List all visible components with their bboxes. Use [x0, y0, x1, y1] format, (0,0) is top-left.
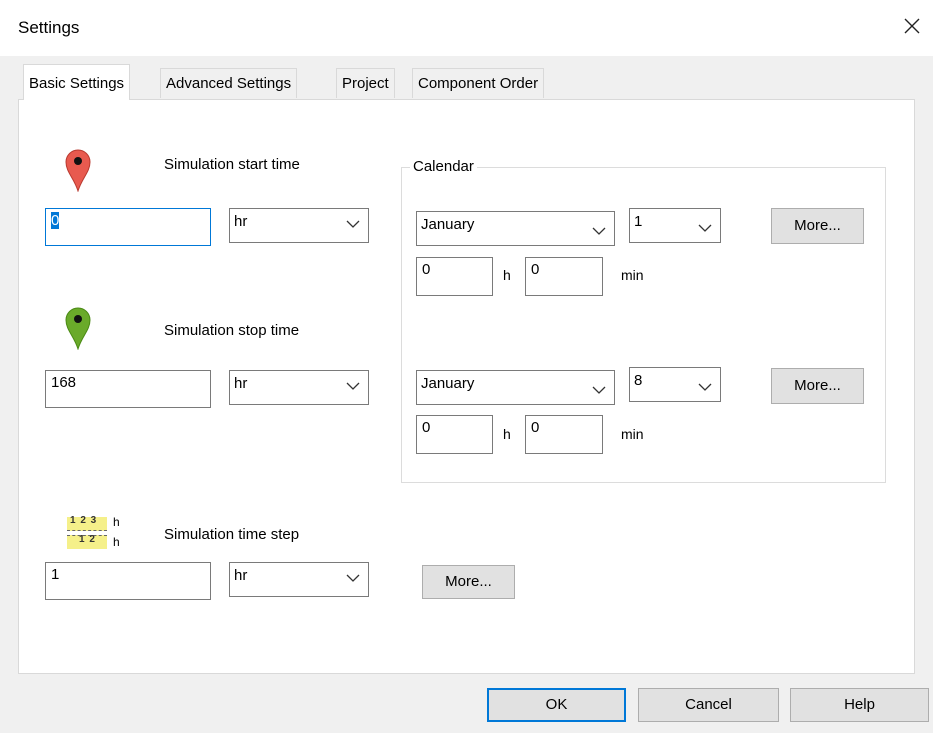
start-day-value: 1 — [634, 213, 643, 230]
stop-time-label: Simulation stop time — [164, 322, 300, 339]
stop-month-select[interactable]: January — [416, 370, 615, 405]
chevron-down-icon — [346, 382, 360, 390]
stop-unit-value: hr — [234, 375, 248, 392]
start-time-input[interactable]: 0 — [45, 208, 211, 246]
stop-calendar-more-button[interactable]: More... — [771, 368, 864, 404]
chevron-down-icon — [698, 224, 712, 232]
window-title: Settings — [18, 18, 80, 37]
start-time-value: 0 — [51, 212, 60, 229]
ok-button[interactable]: OK — [487, 688, 626, 722]
ruler-icon: 1 2 3 h 1 2 h — [67, 515, 129, 551]
time-step-unit-select[interactable]: hr — [229, 562, 369, 597]
ruler-top-unit: h — [113, 515, 120, 529]
time-step-unit-value: hr — [234, 567, 248, 584]
close-icon[interactable] — [900, 14, 924, 38]
title-bar — [0, 0, 933, 56]
tab-project[interactable]: Project — [336, 68, 395, 98]
tab-component-order[interactable]: Component Order — [412, 68, 545, 98]
stop-month-value: January — [421, 375, 475, 392]
stop-day-value: 8 — [634, 372, 643, 389]
stop-hours-input[interactable]: 0 — [416, 415, 493, 454]
start-month-value: January — [421, 216, 475, 233]
time-step-more-button[interactable]: More... — [422, 565, 515, 599]
start-hours-unit-label: h — [503, 267, 511, 283]
start-calendar-more-button[interactable]: More... — [771, 208, 864, 244]
help-button[interactable]: Help — [790, 688, 929, 722]
start-unit-select[interactable]: hr — [229, 208, 369, 243]
chevron-down-icon — [592, 227, 606, 235]
stop-unit-select[interactable]: hr — [229, 370, 369, 405]
start-minutes-input[interactable]: 0 — [525, 257, 603, 296]
tab-advanced-settings[interactable]: Advanced Settings — [160, 68, 298, 98]
stop-time-input[interactable]: 168 — [45, 370, 211, 408]
ruler-bottom-unit: h — [113, 535, 120, 549]
red-map-pin-icon — [64, 148, 92, 193]
stop-day-select[interactable]: 8 — [629, 367, 721, 402]
start-month-select[interactable]: January — [416, 211, 615, 246]
ruler-top-ticks: 1 2 3 — [70, 515, 98, 526]
start-minutes-unit-label: min — [621, 267, 644, 283]
ruler-bottom-ticks: 1 2 — [79, 534, 96, 545]
start-hours-input[interactable]: 0 — [416, 257, 493, 296]
calendar-group-label: Calendar — [410, 158, 477, 175]
stop-minutes-input[interactable]: 0 — [525, 415, 603, 454]
cancel-button[interactable]: Cancel — [638, 688, 779, 722]
tab-basic-settings[interactable]: Basic Settings — [23, 64, 131, 100]
stop-minutes-unit-label: min — [621, 426, 644, 442]
chevron-down-icon — [592, 386, 606, 394]
stop-hours-unit-label: h — [503, 426, 511, 442]
start-unit-value: hr — [234, 213, 248, 230]
start-day-select[interactable]: 1 — [629, 208, 721, 243]
chevron-down-icon — [346, 574, 360, 582]
chevron-down-icon — [346, 220, 360, 228]
start-time-label: Simulation start time — [164, 156, 300, 173]
time-step-input[interactable]: 1 — [45, 562, 211, 600]
chevron-down-icon — [698, 383, 712, 391]
green-map-pin-icon — [64, 306, 92, 351]
time-step-label: Simulation time step — [164, 526, 300, 543]
